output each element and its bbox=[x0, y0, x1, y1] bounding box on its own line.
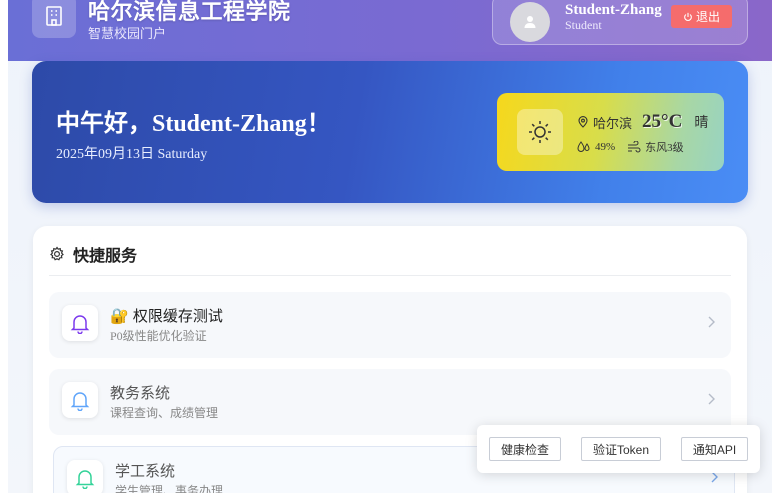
greeting: 中午好，Student-Zhang！ bbox=[56, 111, 331, 137]
bell-icon bbox=[70, 315, 90, 334]
user-role: Student bbox=[565, 18, 602, 32]
weather-city: 哈尔滨 bbox=[593, 115, 633, 131]
gear-icon bbox=[50, 246, 64, 261]
services-header: 快捷服务 bbox=[49, 242, 137, 266]
welcome-banner: 中午好，Student-Zhang！ 2025年09月13日 Saturday … bbox=[32, 61, 748, 203]
service-title: 🔐 权限缓存测试 bbox=[110, 308, 223, 325]
sun-icon bbox=[529, 121, 551, 143]
service-description: 学生管理、事务办理 bbox=[115, 484, 224, 493]
weather-temperature: 25°C bbox=[642, 111, 683, 132]
chevron-right-icon bbox=[708, 316, 715, 328]
user-name: Student-Zhang bbox=[565, 2, 662, 18]
top-header: 哈尔滨信息工程学院 智慧校园门户 Student-Zhang Student 退… bbox=[8, 0, 772, 61]
avatar[interactable] bbox=[510, 2, 550, 42]
service-icon-box bbox=[62, 382, 98, 418]
service-icon-box bbox=[67, 460, 103, 493]
service-description: P0级性能优化验证 bbox=[110, 329, 207, 343]
health-check-button[interactable]: 健康检查 bbox=[489, 437, 561, 461]
service-title: 学工系统 bbox=[115, 463, 176, 480]
logout-label: 退出 bbox=[695, 10, 720, 24]
current-date: 2025年09月13日 Saturday bbox=[56, 147, 208, 162]
api-test-panel: 健康检查 验证Token 通知API bbox=[477, 425, 760, 473]
services-title: 快捷服务 bbox=[73, 248, 138, 265]
weather-condition: 晴 bbox=[694, 116, 709, 131]
weather-detail-row: 49% 东风3级 bbox=[577, 139, 684, 155]
bell-icon bbox=[70, 392, 90, 411]
building-icon bbox=[46, 6, 62, 26]
service-icon-box bbox=[62, 305, 98, 341]
chevron-right-icon bbox=[708, 393, 715, 405]
service-description: 课程查询、成绩管理 bbox=[110, 406, 219, 420]
divider bbox=[49, 275, 731, 276]
service-title: 教务系统 bbox=[110, 385, 171, 402]
weather-main-row: 哈尔滨 25°C 晴 bbox=[577, 111, 708, 133]
weather-card[interactable]: 哈尔滨 25°C 晴 49% 东风3级 bbox=[497, 93, 724, 171]
portal-subtitle: 智慧校园门户 bbox=[88, 26, 167, 41]
weather-humidity: 49% bbox=[595, 141, 616, 153]
logout-button[interactable]: 退出 bbox=[671, 5, 732, 28]
verify-token-button[interactable]: 验证Token bbox=[581, 437, 661, 461]
droplets-icon bbox=[577, 141, 590, 152]
school-logo[interactable] bbox=[32, 0, 76, 38]
bell-icon bbox=[75, 470, 95, 489]
weather-wind: 东风3级 bbox=[645, 142, 684, 154]
user-card: Student-Zhang Student 退出 bbox=[492, 0, 748, 45]
notify-api-button[interactable]: 通知API bbox=[681, 437, 748, 461]
service-item-permission-cache[interactable]: 🔐 权限缓存测试 P0级性能优化验证 bbox=[49, 292, 731, 358]
user-icon bbox=[524, 16, 536, 28]
location-pin-icon bbox=[578, 116, 588, 128]
power-icon bbox=[684, 12, 692, 21]
wind-icon bbox=[628, 141, 641, 153]
weather-icon-box bbox=[517, 109, 563, 155]
